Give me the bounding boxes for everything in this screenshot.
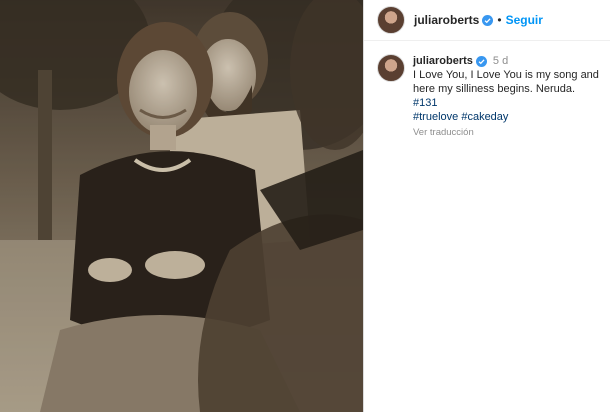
header-username[interactable]: juliaroberts (414, 13, 479, 27)
verified-badge-icon (482, 14, 494, 26)
caption-text-block: I Love You, I Love You is my song and he… (413, 68, 600, 124)
time-ago[interactable]: 5 d (493, 54, 508, 68)
hashtag-truelove[interactable]: #truelove (413, 111, 458, 123)
hashtag-131[interactable]: #131 (413, 97, 437, 109)
avatar[interactable] (377, 6, 405, 34)
see-translation-link[interactable]: Ver traducción (413, 126, 600, 140)
post-sidebar: juliaroberts • Seguir juliaroberts 5 d I… (363, 0, 610, 412)
post-photo[interactable] (0, 0, 363, 412)
caption-text: I Love You, I Love You is my song and he… (413, 69, 599, 95)
follow-button[interactable]: Seguir (506, 13, 543, 27)
caption-header-line: juliaroberts 5 d (413, 54, 600, 68)
separator-dot: • (497, 13, 502, 27)
post-header: juliaroberts • Seguir (364, 0, 610, 41)
hashtag-cakeday[interactable]: #cakeday (461, 111, 508, 123)
caption-body: juliaroberts 5 d I Love You, I Love You … (413, 54, 600, 140)
instagram-post: juliaroberts • Seguir juliaroberts 5 d I… (0, 0, 610, 412)
caption-username[interactable]: juliaroberts (413, 54, 473, 68)
verified-badge-icon (475, 55, 487, 67)
photo-illustration (0, 0, 363, 412)
caption-comment: juliaroberts 5 d I Love You, I Love You … (364, 41, 610, 140)
caption-avatar[interactable] (377, 54, 405, 82)
